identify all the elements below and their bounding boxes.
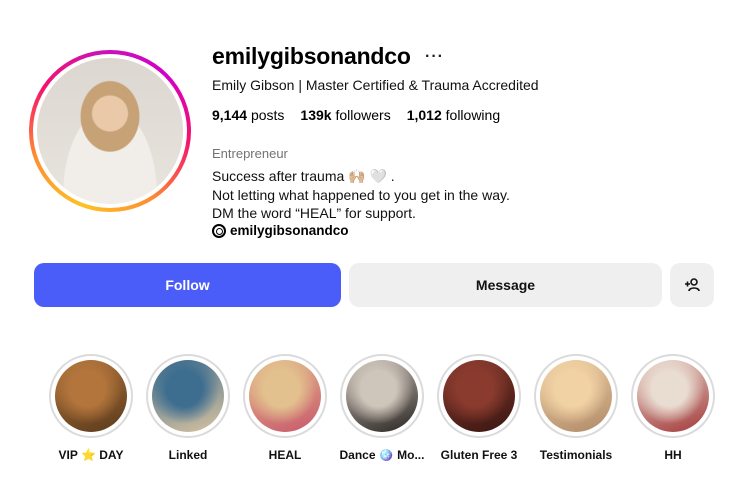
highlight-label: Dance 🪩 Mo... xyxy=(339,448,425,462)
highlight-item[interactable]: HH xyxy=(630,354,716,462)
bio-line: Not letting what happened to you get in … xyxy=(212,186,510,203)
highlight-item[interactable]: Gluten Free 3 xyxy=(436,354,522,462)
story-highlights: VIP ⭐ DAY Linked HEAL Dance 🪩 Mo... Gluten F… xyxy=(0,350,742,480)
highlight-label: VIP ⭐ DAY xyxy=(58,448,124,462)
bio-line: DM the word “HEAL” for support. xyxy=(212,205,416,221)
highlight-label: Gluten Free 3 xyxy=(440,448,518,462)
highlight-ring xyxy=(631,354,715,438)
profile-username: emilygibsonandco xyxy=(212,43,411,69)
following-stat[interactable]: 1,012 following xyxy=(407,107,500,123)
highlight-item[interactable]: Testimonials xyxy=(533,354,619,462)
profile-stats: 9,144 posts 139k followers 1,012 followi… xyxy=(212,107,500,123)
threads-link[interactable]: emilygibsonandco xyxy=(212,223,349,238)
message-button[interactable]: Message xyxy=(349,263,662,307)
profile-bio: Success after trauma 🙌🏼 🤍 . Not letting … xyxy=(212,167,510,223)
highlight-item[interactable]: VIP ⭐ DAY xyxy=(48,354,134,462)
avatar xyxy=(37,58,183,204)
highlight-ring xyxy=(437,354,521,438)
threads-icon xyxy=(212,223,226,238)
highlight-cover xyxy=(637,360,709,432)
threads-handle: emilygibsonandco xyxy=(230,223,349,238)
highlight-ring xyxy=(49,354,133,438)
highlight-ring xyxy=(534,354,618,438)
person-plus-icon xyxy=(685,278,700,292)
profile-full-name: Emily Gibson | Master Certified & Trauma… xyxy=(212,77,539,93)
follow-button[interactable]: Follow xyxy=(34,263,341,307)
avatar-inner xyxy=(33,54,187,208)
highlight-cover xyxy=(443,360,515,432)
profile-avatar[interactable] xyxy=(29,50,191,212)
highlight-label: HEAL xyxy=(268,448,302,462)
followers-stat[interactable]: 139k followers xyxy=(300,107,390,123)
more-options-icon[interactable]: ··· xyxy=(425,48,444,66)
highlight-cover xyxy=(540,360,612,432)
highlight-label: HH xyxy=(664,448,682,462)
profile-category: Entrepreneur xyxy=(212,146,288,161)
suggest-user-button[interactable] xyxy=(670,263,714,307)
highlight-cover xyxy=(346,360,418,432)
bio-line: Success after trauma 🙌🏼 🤍 . xyxy=(212,168,395,184)
highlight-cover xyxy=(152,360,224,432)
posts-stat: 9,144 posts xyxy=(212,107,285,123)
highlight-label: Linked xyxy=(168,448,208,462)
highlight-item[interactable]: HEAL xyxy=(242,354,328,462)
highlight-ring xyxy=(243,354,327,438)
highlight-item[interactable]: Dance 🪩 Mo... xyxy=(339,354,425,462)
highlight-cover xyxy=(249,360,321,432)
highlight-label: Testimonials xyxy=(539,448,613,462)
highlight-ring xyxy=(146,354,230,438)
highlight-cover xyxy=(55,360,127,432)
highlight-ring xyxy=(340,354,424,438)
highlight-item[interactable]: Linked xyxy=(145,354,231,462)
